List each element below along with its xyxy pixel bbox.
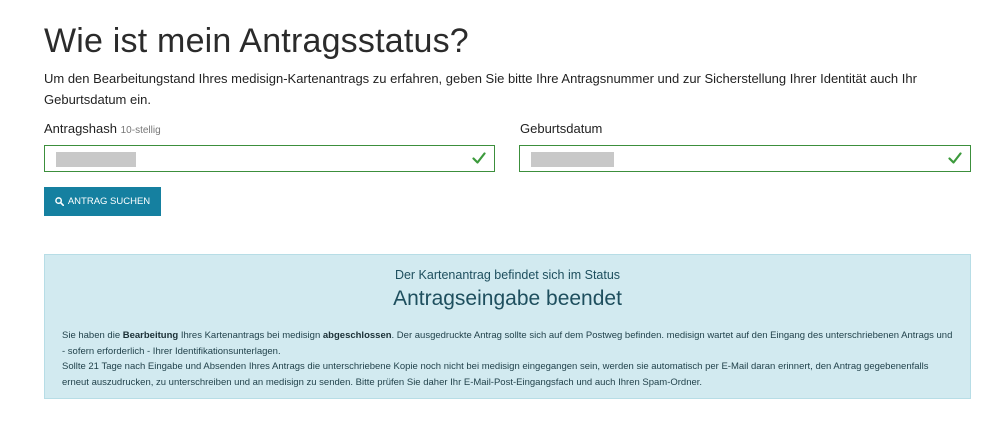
status-description: Sie haben die Bearbeitung Ihres Kartenan… <box>62 328 957 390</box>
status-intro: Der Kartenantrag befindet sich im Status <box>394 268 621 282</box>
birthdate-value-redacted <box>531 152 614 167</box>
check-icon <box>948 152 962 164</box>
status-panel: Der Kartenantrag befindet sich im Status… <box>44 254 971 399</box>
page-title: Wie ist mein Antragsstatus? <box>44 22 469 60</box>
search-button[interactable]: Antrag suchen <box>44 187 161 216</box>
hash-value-redacted <box>56 152 136 167</box>
status-value: Antragseingabe beendet <box>393 287 622 310</box>
check-icon <box>472 152 486 164</box>
status-desc-part4: Sollte 21 Tage nach Eingabe und Absenden… <box>62 361 929 388</box>
search-icon <box>55 197 64 206</box>
status-desc-bold2: abgeschlossen <box>322 330 392 341</box>
status-desc-part2: Ihres Kartenantrags bei medisign <box>178 330 323 341</box>
status-desc-bold1: Bearbeitung <box>122 330 179 341</box>
hash-input[interactable] <box>44 145 495 172</box>
intro-text: Um den Bearbeitungstand Ihres medisign-K… <box>44 71 917 107</box>
hash-hint: 10-stellig <box>120 125 161 136</box>
status-desc-part1: Sie haben die <box>62 330 123 341</box>
hash-label-text: Antragshash <box>44 121 117 136</box>
search-button-label: Antrag suchen <box>67 196 151 207</box>
page: Wie ist mein Antragsstatus? Um den Bearb… <box>0 0 1008 425</box>
birthdate-input[interactable] <box>519 145 971 172</box>
hash-label: Antragshash 10-stellig <box>44 121 161 136</box>
birthdate-label: Geburtsdatum <box>520 121 603 136</box>
